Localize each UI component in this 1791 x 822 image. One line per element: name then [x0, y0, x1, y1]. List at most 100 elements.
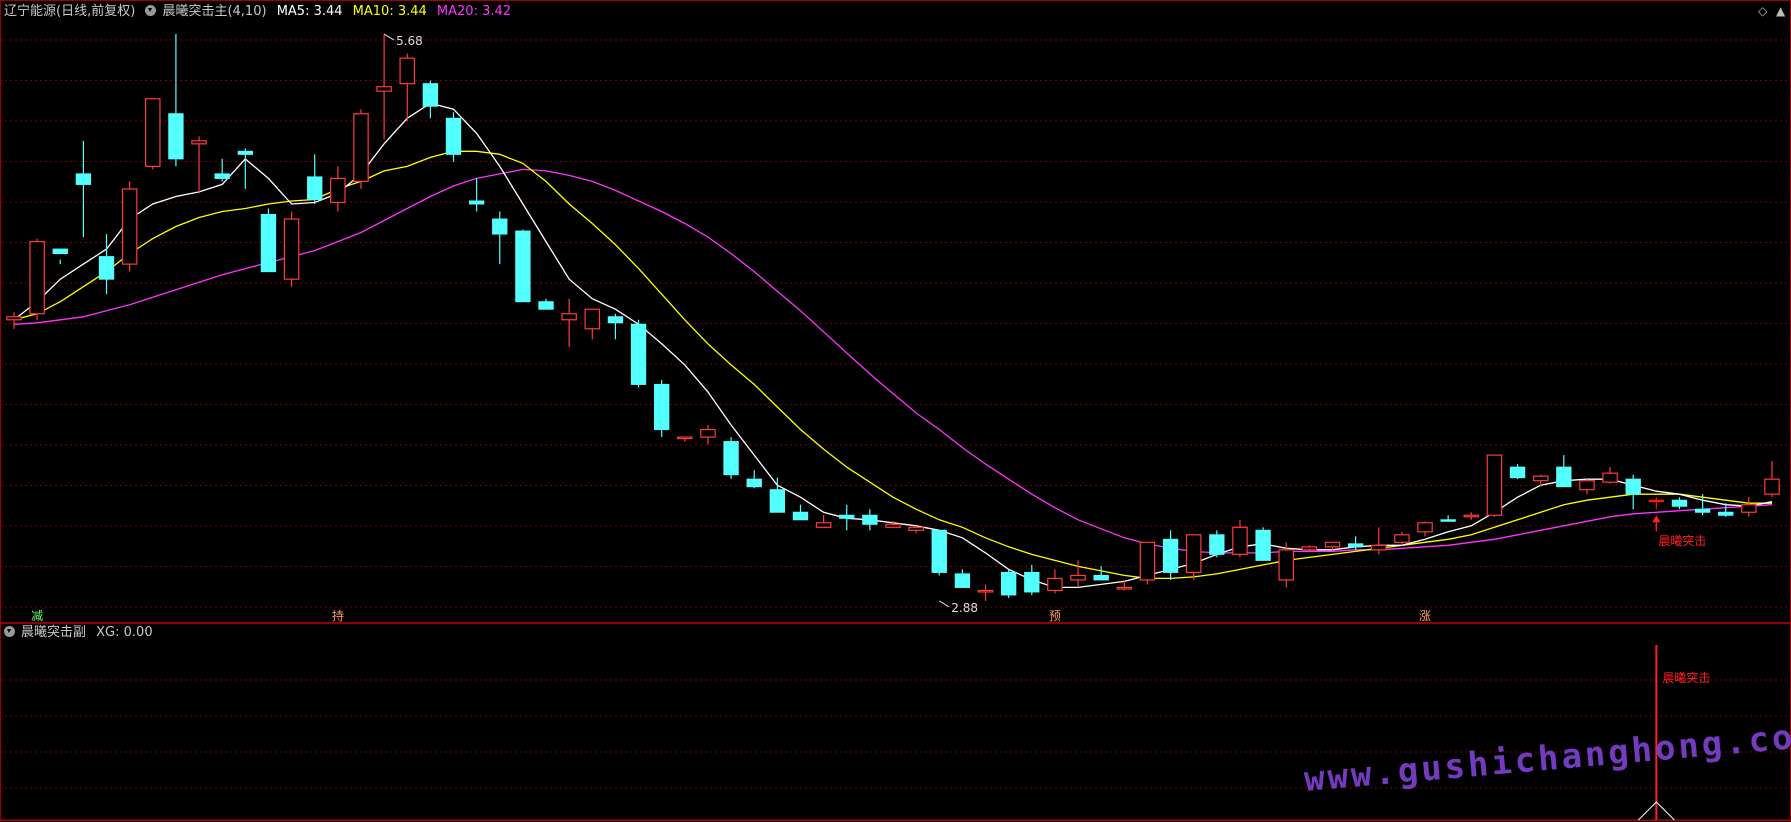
ma5-line [13, 102, 1773, 589]
candle-body [1579, 480, 1595, 491]
candle [1394, 531, 1410, 546]
candle [1486, 454, 1503, 517]
candle [630, 319, 647, 388]
candle-body [885, 523, 901, 528]
candle [862, 509, 878, 531]
candle [515, 229, 531, 303]
kline-chart[interactable]: 5.682.88 减持预涨 晨曦突击晨曦突击 [0, 0, 1791, 822]
candle [307, 154, 323, 204]
candle [468, 178, 485, 212]
candle [654, 379, 670, 438]
candle [538, 298, 554, 310]
candle-body [700, 428, 716, 438]
sub-indicator-name[interactable]: 晨曦突击副 [21, 625, 86, 640]
bottom-signal-labels: 减持预涨 [31, 608, 1431, 623]
chart-frame [0, 0, 1791, 821]
candles [6, 34, 1780, 601]
candle-body [214, 173, 230, 179]
candle-body [908, 526, 924, 531]
candle-body [746, 478, 762, 488]
candle-body [1625, 478, 1641, 495]
candle [1370, 527, 1387, 555]
candle-body [792, 511, 809, 521]
candle-body [931, 529, 947, 573]
candle-body [353, 113, 369, 183]
signal-markers: 晨曦突击晨曦突击 [1637, 515, 1710, 821]
candle [954, 569, 971, 588]
candle [376, 34, 392, 140]
candle-body [1694, 508, 1711, 513]
candle-body [723, 441, 739, 476]
candle-body [654, 383, 670, 431]
candle-body [1671, 499, 1688, 507]
candle-body [1463, 514, 1480, 518]
candle-body [307, 176, 323, 200]
candle-body [1556, 466, 1572, 488]
candle-body [607, 316, 624, 324]
candle-body [561, 313, 577, 321]
candle [746, 470, 762, 489]
candle-body [237, 150, 253, 155]
candle-body [815, 522, 832, 528]
candle-body [1509, 466, 1526, 479]
annotation-text: 2.88 [951, 601, 978, 615]
candle-body [1718, 511, 1734, 516]
candle [1648, 497, 1665, 510]
candle-body [1116, 586, 1133, 590]
candle-body [630, 323, 647, 385]
candle [1463, 512, 1480, 520]
candle [121, 181, 138, 272]
candle-body [191, 140, 207, 145]
signal-arrow [1652, 515, 1661, 523]
candle-body [1093, 574, 1109, 581]
candle [75, 140, 92, 238]
candle-body [1764, 478, 1780, 495]
candle-body [145, 98, 161, 167]
candle [353, 109, 369, 189]
candle-body [954, 573, 971, 588]
candle-body [283, 218, 300, 280]
xg-value: XG: 0.00 [96, 625, 153, 640]
candle-body [168, 113, 184, 160]
collapse-icon[interactable]: ▲ [1776, 4, 1785, 18]
outer-frame [0, 0, 1791, 821]
candle [1185, 534, 1202, 580]
candle-body [1185, 534, 1202, 574]
candle [1417, 521, 1433, 537]
indicator-menu-icon[interactable] [145, 5, 157, 16]
candle-body [121, 188, 138, 265]
candle [1602, 467, 1618, 484]
signal-sub-label: 晨曦突击 [1662, 670, 1710, 685]
sub-indicator-menu-icon[interactable] [4, 626, 15, 637]
candle [561, 298, 577, 347]
diamond-icon[interactable]: ◇ [1758, 4, 1767, 18]
candle-body [1024, 571, 1040, 593]
bottom-label: 预 [1049, 609, 1061, 623]
candle-body [1139, 541, 1156, 581]
annotation-text: 5.68 [396, 34, 423, 48]
candle-body [445, 117, 462, 155]
candle-body [1278, 549, 1295, 581]
ma5-value: MA5: 3.44 [276, 4, 343, 19]
candle [260, 208, 277, 273]
candle-body [1301, 546, 1318, 551]
ma10-polyline [13, 150, 1772, 580]
candle-body [75, 173, 92, 185]
candle [168, 34, 184, 167]
candle-body [399, 57, 416, 85]
candle-body [422, 83, 439, 107]
candle-body [1070, 574, 1086, 581]
candle-body [376, 86, 392, 92]
candle [723, 437, 739, 480]
candle [1741, 497, 1757, 517]
candle [1764, 461, 1780, 498]
candle [330, 166, 346, 212]
candle-body [260, 214, 277, 273]
indicator-name[interactable]: 晨曦突击主 [162, 4, 227, 19]
candle [1255, 527, 1271, 561]
candle-body [584, 308, 601, 330]
candle-body [1602, 472, 1618, 483]
candle [677, 436, 693, 442]
candle [1047, 569, 1063, 594]
signal-main-label: 晨曦突击 [1658, 533, 1706, 548]
